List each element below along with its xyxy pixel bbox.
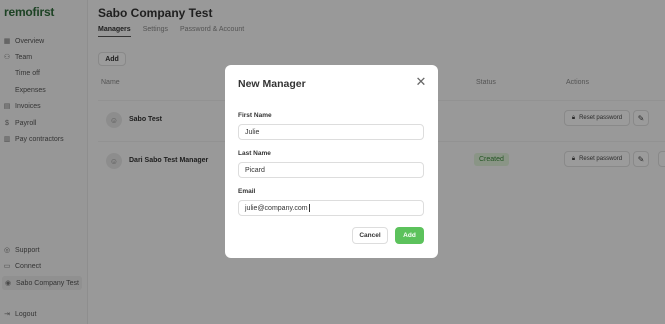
close-icon[interactable]: ✕: [415, 75, 427, 88]
modal-title: New Manager: [238, 78, 306, 90]
last-name-field[interactable]: Picard: [238, 162, 424, 178]
last-name-value: Picard: [245, 166, 265, 174]
add-button[interactable]: Add: [395, 227, 424, 244]
cancel-button[interactable]: Cancel: [352, 227, 388, 244]
text-caret: [308, 204, 310, 212]
email-label: Email: [238, 188, 256, 195]
email-field[interactable]: julie@company.com: [238, 200, 424, 216]
first-name-label: First Name: [238, 112, 272, 119]
new-manager-modal: New Manager ✕ First Name Julie Last Name…: [225, 65, 438, 258]
email-value: julie@company.com: [245, 204, 308, 212]
last-name-label: Last Name: [238, 150, 271, 157]
first-name-field[interactable]: Julie: [238, 124, 424, 140]
first-name-value: Julie: [245, 128, 260, 136]
